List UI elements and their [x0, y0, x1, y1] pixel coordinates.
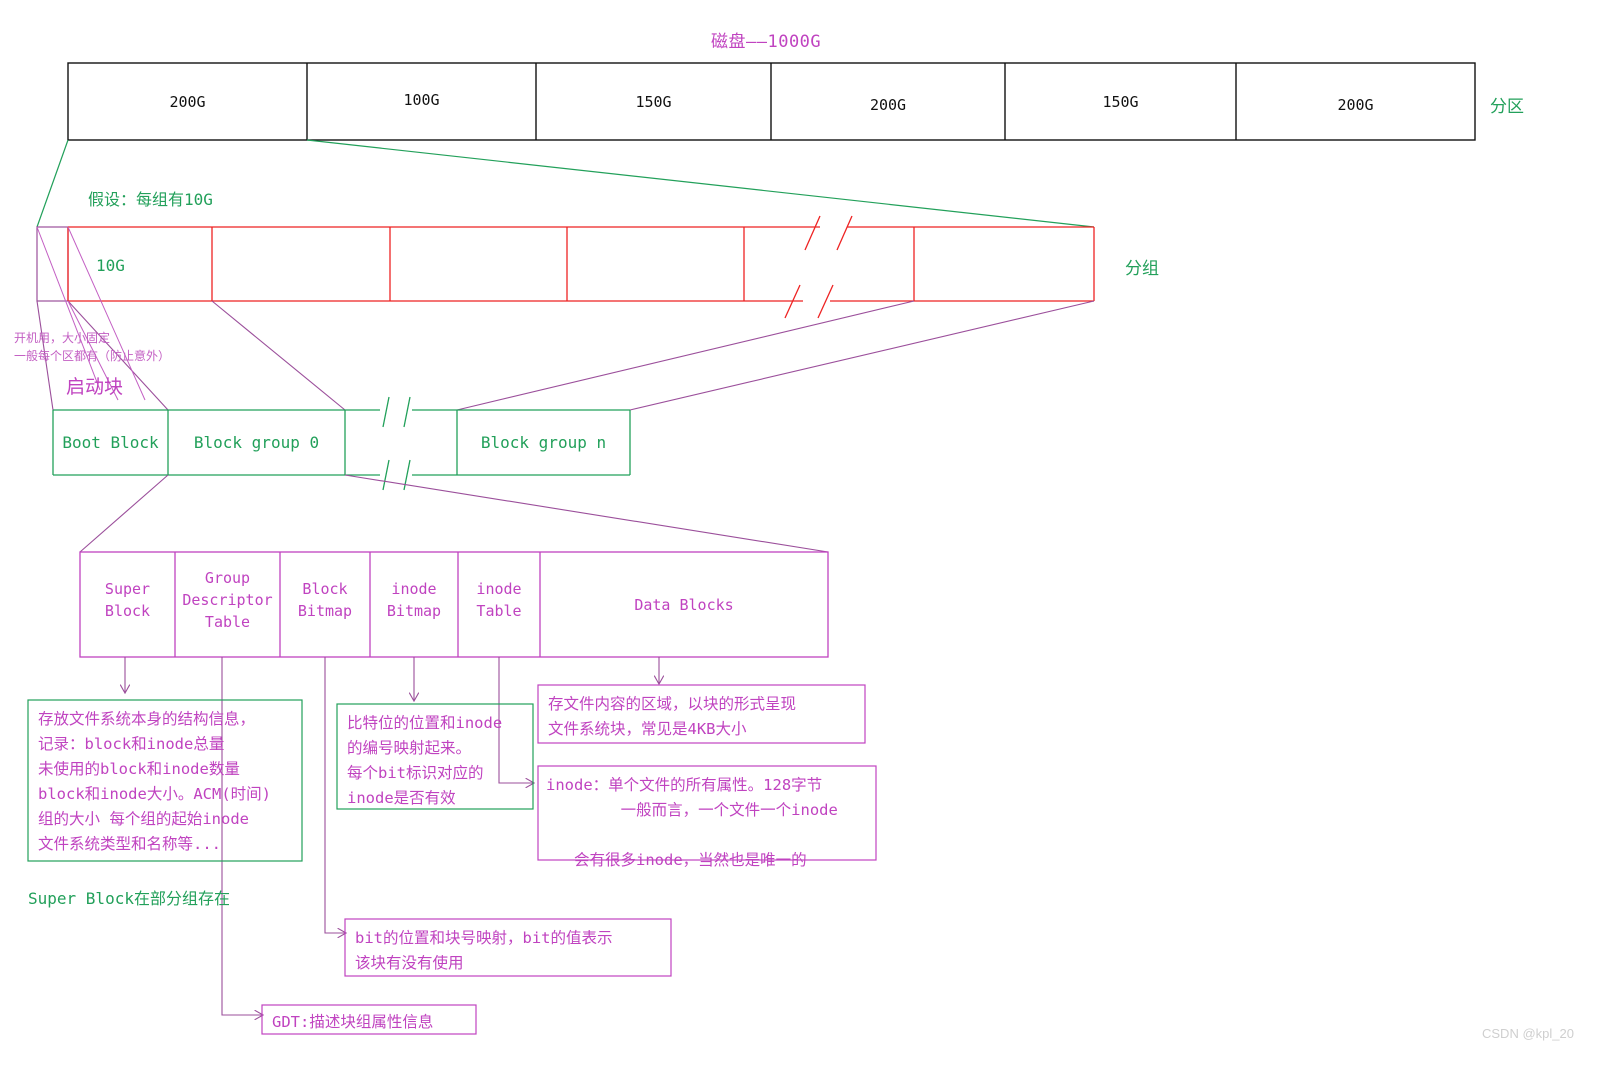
- group-side-label: 分组: [1125, 259, 1159, 279]
- watermark: CSDN @kpl_20: [1482, 1026, 1574, 1041]
- grouping-row-boxes: [36, 215, 1095, 319]
- group-first-cell-label: 10G: [96, 256, 125, 275]
- detail-cell-data-blocks: Data Blocks: [634, 596, 734, 614]
- detail-cell-group-descriptor-table: Group Descriptor Table: [182, 569, 273, 631]
- datablocks-callout-text: 存文件内容的区域，以块的形式呈现 文件系统块，常见是4KB大小: [548, 695, 797, 738]
- bootblock-title: 启动块: [66, 376, 124, 398]
- bootblock-note-line2: 一般每个区都有（防止意外）: [14, 349, 171, 363]
- bootblock-note-line1: 开机用，大小固定: [14, 331, 111, 345]
- detail-cell-block-bitmap: Block Bitmap: [297, 580, 353, 620]
- partition-label-6: 200G: [1337, 96, 1374, 114]
- detail-cell-inode-table: inode Table: [476, 580, 522, 620]
- detail-cell-super-block: Super Block: [104, 580, 151, 620]
- blockgroup-cell-group-0: Block group 0: [193, 433, 320, 452]
- partition-label-4: 200G: [869, 96, 907, 114]
- group-to-blockgroup-connectors: [36, 300, 1095, 411]
- blockgroup-to-detail-connectors: [79, 474, 829, 553]
- group-assumption-note: 假设：每组有10G: [88, 190, 213, 209]
- diagram-canvas: 磁盘——1000G 200G 100G 150G 200G 150G 200G …: [0, 0, 1605, 1069]
- superblock-callout-text: 存放文件系统本身的结构信息， 记录：block和inode总量 未使用的bloc…: [38, 710, 271, 853]
- partition-to-group-connectors: [36, 139, 1095, 228]
- gdt-callout-text: GDT:描述块组属性信息: [272, 1013, 434, 1031]
- blockgroup-cell-boot-block: Boot Block: [62, 433, 159, 452]
- superblock-extra-note: Super Block在部分组存在: [28, 889, 230, 908]
- detail-cell-inode-bitmap: inode Bitmap: [386, 580, 442, 620]
- blockbitmap-callout-text: bit的位置和块号映射，bit的值表示 该块有没有使用: [355, 929, 613, 972]
- partition-label-2: 100G: [403, 91, 440, 109]
- partition-side-label: 分区: [1490, 97, 1524, 117]
- diagram-vector-layer: [27, 62, 1476, 1035]
- partition-label-5: 150G: [1102, 93, 1139, 111]
- blockgroup-cell-group-n: Block group n: [480, 433, 607, 452]
- inodebitmap-callout-text: 比特位的位置和inode 的编号映射起来。 每个bit标识对应的 inode是否…: [347, 714, 503, 807]
- partition-label-3: 150G: [635, 93, 672, 111]
- inodetable-callout-text: inode：单个文件的所有属性。128字节 一般而言，一个文件一个inode 会…: [546, 776, 838, 869]
- partition-label-1: 200G: [169, 93, 206, 111]
- disk-title: 磁盘——1000G: [711, 32, 822, 52]
